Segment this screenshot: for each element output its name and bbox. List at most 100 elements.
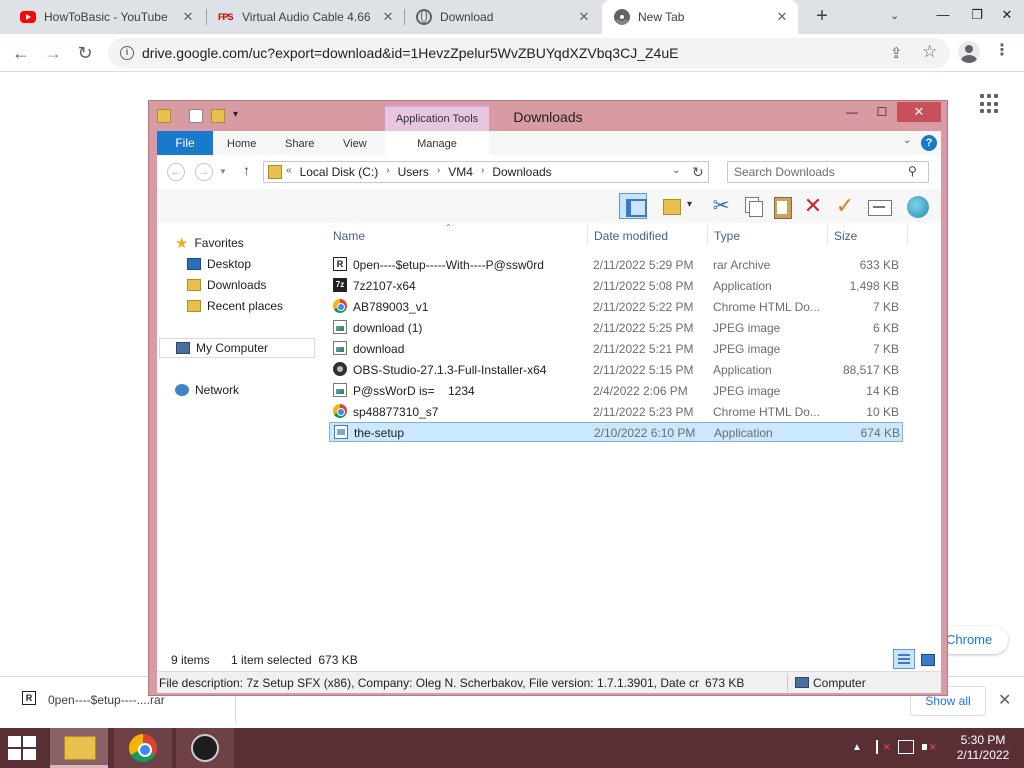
taskbar-file-explorer-icon[interactable] (50, 728, 108, 768)
explorer-title-bar[interactable]: ▾ Application Tools Downloads — ☐ ✕ (149, 101, 947, 131)
breadcrumb-users[interactable]: Users (398, 165, 429, 179)
tab-search-button[interactable]: ⌄ (890, 9, 899, 22)
address-dropdown-icon[interactable]: ⌄ (672, 165, 680, 176)
table-row[interactable]: R 0pen----$etup-----With----P@ssw0rd 2/1… (329, 255, 903, 275)
system-clock[interactable]: 5:30 PM 2/11/2022 (948, 733, 1018, 763)
column-header-size[interactable]: Size (834, 229, 857, 243)
copy-icon[interactable] (739, 193, 767, 219)
nav-desktop[interactable]: Desktop (187, 254, 251, 274)
breadcrumb-overflow[interactable]: « (286, 165, 292, 179)
breadcrumb: « Local Disk (C:) › Users › VM4 › Downlo… (286, 165, 560, 179)
expand-ribbon-icon[interactable]: ⌄ (903, 135, 911, 146)
tab-new-tab[interactable]: New Tab ✕ (602, 0, 798, 34)
tab-view[interactable]: View (343, 131, 367, 155)
back-button[interactable]: ← (8, 40, 34, 66)
profile-avatar-icon[interactable] (958, 41, 980, 63)
network-tray-icon[interactable] (898, 740, 914, 754)
volume-muted-icon[interactable] (922, 740, 937, 754)
google-apps-icon[interactable] (980, 94, 1000, 114)
tab-close-icon[interactable]: ✕ (576, 9, 592, 25)
explorer-back-button[interactable]: ← (167, 163, 185, 181)
close-window-button[interactable]: ✕ (990, 0, 1024, 34)
breadcrumb-local-disk[interactable]: Local Disk (C:) (300, 165, 379, 179)
table-row[interactable]: download (1) 2/11/2022 5:25 PM JPEG imag… (329, 318, 903, 338)
column-divider[interactable] (587, 225, 588, 245)
tab-virtual-audio-cable[interactable]: FPS Virtual Audio Cable 4.66 ✕ (206, 0, 404, 34)
table-row-selected[interactable]: the-setup 2/10/2022 6:10 PM Application … (329, 422, 903, 442)
tab-close-icon[interactable]: ✕ (180, 9, 196, 25)
globe-icon[interactable] (905, 193, 933, 219)
column-header-date[interactable]: Date modified (594, 229, 668, 243)
cut-icon[interactable]: ✂ (707, 193, 735, 219)
forward-button[interactable]: → (40, 40, 66, 66)
windows-start-icon[interactable] (8, 736, 38, 760)
action-center-flag-icon[interactable] (876, 740, 891, 754)
taskbar-obs-icon[interactable] (176, 728, 234, 768)
reload-button[interactable]: ↻ (72, 40, 98, 66)
table-row[interactable]: P@ssWorD is= 1234 2/4/2022 2:06 PM JPEG … (329, 381, 903, 401)
breadcrumb-downloads[interactable]: Downloads (492, 165, 551, 179)
breadcrumb-separator[interactable]: › (481, 165, 484, 179)
file-name: download (1) (353, 321, 423, 335)
tab-youtube[interactable]: HowToBasic - YouTube ✕ (8, 0, 204, 34)
nav-network[interactable]: Network (175, 380, 239, 400)
up-folder-button[interactable]: ↑ (243, 162, 250, 178)
breadcrumb-separator[interactable]: › (386, 165, 389, 179)
site-info-icon[interactable]: i (120, 46, 134, 60)
search-input[interactable] (734, 164, 902, 180)
nav-recent-places[interactable]: Recent places (187, 296, 283, 316)
large-icons-view-icon[interactable] (919, 651, 935, 667)
tab-share[interactable]: Share (285, 131, 314, 155)
explorer-search-box[interactable]: ⚲ (727, 161, 929, 183)
new-window-icon[interactable] (865, 193, 893, 219)
restore-button[interactable]: ❐ (960, 0, 994, 34)
column-header-type[interactable]: Type (714, 229, 740, 243)
new-tab-button[interactable]: + (812, 6, 832, 27)
tab-close-icon[interactable]: ✕ (380, 9, 396, 25)
tab-download[interactable]: Download ✕ (404, 0, 600, 34)
help-icon[interactable]: ? (921, 135, 937, 151)
table-row[interactable]: OBS-Studio-27.1.3-Full-Installer-x64 2/1… (329, 360, 903, 380)
checkmark-icon[interactable]: ✓ (831, 193, 859, 219)
breadcrumb-separator[interactable]: › (437, 165, 440, 179)
details-view-icon[interactable] (893, 649, 915, 669)
show-hidden-icons-icon[interactable]: ▲ (852, 742, 862, 753)
table-row[interactable]: AB789003_v1 2/11/2022 5:22 PM Chrome HTM… (329, 297, 903, 317)
explorer-minimize-button[interactable]: — (839, 103, 865, 121)
chrome-menu-icon[interactable]: ⋮ (994, 40, 1010, 60)
breadcrumb-vm4[interactable]: VM4 (448, 165, 473, 179)
explorer-address-bar[interactable]: « Local Disk (C:) › Users › VM4 › Downlo… (263, 161, 709, 183)
search-icon[interactable]: ⚲ (908, 164, 917, 178)
tab-file[interactable]: File (157, 131, 213, 155)
address-bar[interactable]: i drive.google.com/uc?export=download&id… (108, 38, 950, 68)
properties-icon[interactable] (659, 193, 692, 219)
column-divider[interactable] (707, 225, 708, 245)
delete-icon[interactable]: ✕ (799, 193, 827, 219)
column-header-name[interactable]: Name (333, 229, 365, 243)
explorer-maximize-button[interactable]: ☐ (869, 103, 895, 121)
tab-home[interactable]: Home (227, 131, 256, 155)
close-shelf-icon[interactable]: ✕ (998, 690, 1011, 710)
nav-favorites[interactable]: ★ Favorites (175, 233, 244, 253)
minimize-button[interactable]: — (926, 0, 960, 34)
nav-my-computer[interactable]: My Computer (159, 338, 315, 358)
nav-downloads[interactable]: Downloads (187, 275, 266, 295)
url-text[interactable]: drive.google.com/uc?export=download&id=1… (142, 45, 678, 61)
table-row[interactable]: sp48877310_s7 2/11/2022 5:23 PM Chrome H… (329, 402, 903, 422)
share-icon[interactable]: ⇪ (890, 44, 903, 62)
column-divider[interactable] (907, 225, 908, 245)
explorer-forward-button[interactable]: → (195, 163, 213, 181)
column-divider[interactable] (827, 225, 828, 245)
tab-manage[interactable]: Manage (385, 131, 489, 155)
taskbar-chrome-icon[interactable] (114, 728, 172, 768)
tab-close-icon[interactable]: ✕ (774, 9, 790, 25)
paste-icon[interactable] (769, 193, 797, 219)
downloads-folder-icon (187, 279, 201, 291)
table-row[interactable]: download 2/11/2022 5:21 PM JPEG image 7 … (329, 339, 903, 359)
table-row[interactable]: 7z 7z2107-x64 2/11/2022 5:08 PM Applicat… (329, 276, 903, 296)
explorer-close-button[interactable]: ✕ (897, 102, 941, 122)
refresh-icon[interactable]: ↻ (692, 164, 704, 181)
preview-pane-icon[interactable] (619, 193, 647, 219)
bookmark-star-icon[interactable]: ☆ (922, 42, 937, 62)
recent-locations-icon[interactable]: ▼ (219, 167, 227, 176)
